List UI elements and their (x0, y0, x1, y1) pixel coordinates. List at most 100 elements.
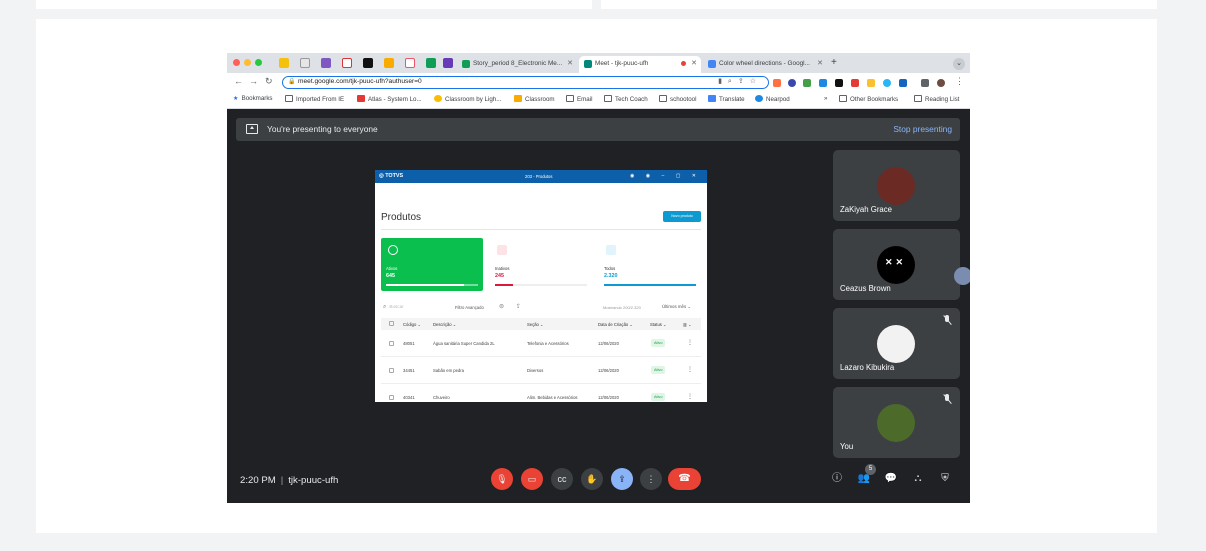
bookmark-item[interactable]: schootool (659, 95, 697, 103)
maximize-window-button[interactable] (255, 59, 262, 66)
lock-icon[interactable]: 🔒 (288, 78, 295, 85)
close-window-button[interactable] (233, 59, 240, 66)
bookmark-item[interactable]: Classroom (514, 95, 555, 103)
participant-tile-self[interactable]: You (833, 387, 960, 458)
meeting-code: tjk-puuc-ufh (288, 475, 339, 486)
new-tab-button[interactable]: + (831, 57, 837, 68)
back-icon[interactable]: ← (234, 76, 243, 86)
profile-avatar[interactable] (937, 79, 945, 87)
browser-menu-icon[interactable]: ⋮ (955, 76, 964, 87)
table-row: 40341 Chuveiro Alim. Bebidas e Acessório… (381, 384, 701, 402)
mic-off-icon (942, 394, 952, 404)
extension-icon[interactable] (835, 79, 843, 87)
participant-tile[interactable]: Lazaro Kibukira (833, 308, 960, 379)
reading-list-icon (914, 95, 922, 102)
bookmark-item[interactable]: Tech Coach (604, 95, 648, 103)
pinned-tab-icon[interactable] (300, 58, 310, 68)
extension-icon[interactable] (803, 79, 811, 87)
bookmark-item[interactable]: Other Bookmarks (839, 95, 898, 103)
leave-call-button[interactable]: ☎ (668, 468, 701, 490)
address-url[interactable]: meet.google.com/tjk-puuc-ufh?authuser=0 (298, 78, 422, 85)
row-menu-icon: ⋮ (687, 394, 693, 400)
search-icon: ⌕ (383, 304, 387, 310)
more-bookmarks-icon[interactable]: » (824, 95, 827, 102)
reload-icon[interactable]: ↻ (265, 76, 273, 87)
app-window-title: 203 - Produtos (525, 174, 553, 179)
extension-icon[interactable] (773, 79, 781, 87)
recording-dot-icon (681, 61, 686, 66)
extension-icon[interactable] (788, 79, 796, 87)
camera-off-button[interactable]: ▭ (521, 468, 543, 490)
tab-color-wheel[interactable]: Color wheel directions - Googl... ✕ (703, 56, 827, 73)
extension-icon[interactable] (819, 79, 827, 87)
present-screen-icon (246, 124, 258, 134)
bookmark-item[interactable]: Reading List (914, 95, 959, 103)
forward-icon[interactable]: → (249, 76, 258, 86)
nearpod-icon (755, 95, 763, 102)
table-header: Código ⌄ Descrição ⌄ Seção ⌄ Data de Cri… (381, 318, 701, 330)
columns-config-icon: ▥ ⌄ (683, 322, 692, 327)
avatar (877, 167, 915, 205)
meeting-details-icon[interactable]: ⓘ (829, 471, 845, 487)
participant-tile[interactable]: ZaKiyah Grace (833, 150, 960, 221)
bookmark-item[interactable]: Email (566, 95, 592, 103)
extension-icon[interactable] (851, 79, 859, 87)
filter-action-icons: ⊜ ⇪ (499, 304, 526, 310)
captions-button[interactable]: cc (551, 468, 573, 490)
folder-icon (659, 95, 667, 102)
minimize-window-button[interactable] (244, 59, 251, 66)
pinned-tab-icon[interactable] (443, 58, 453, 68)
side-panel-handle[interactable] (954, 267, 970, 285)
totvs-logo: ◎ TOTVS (379, 173, 404, 179)
extensions-puzzle-icon[interactable] (921, 79, 929, 87)
pinned-tab-icon[interactable] (342, 58, 352, 68)
select-all-checkbox (389, 321, 394, 326)
pinned-tab-icon[interactable] (426, 58, 436, 68)
tab-search-button[interactable]: ⌄ (953, 58, 965, 70)
row-checkbox (389, 368, 394, 373)
meet-icon (584, 60, 592, 68)
meeting-time: 2:20 PM (240, 475, 276, 486)
address-bar[interactable]: 🔒 meet.google.com/tjk-puuc-ufh?authuser=… (282, 76, 769, 89)
extension-icon[interactable] (867, 79, 875, 87)
bookmark-item[interactable]: ★ Bookmarks (233, 95, 273, 102)
host-controls-icon[interactable]: ⛨ (937, 471, 953, 487)
close-tab-icon[interactable]: ✕ (567, 59, 573, 67)
pinned-tab-icon[interactable] (321, 58, 331, 68)
row-menu-icon: ⋮ (687, 367, 693, 373)
extension-icon[interactable] (883, 79, 891, 87)
bookmark-item[interactable]: Imported From IE (285, 95, 344, 103)
more-options-button[interactable]: ⋮ (640, 468, 662, 490)
extension-icon[interactable] (899, 79, 907, 87)
background-card-top-left (36, 0, 592, 9)
stop-presenting-button[interactable]: Stop presenting (893, 124, 952, 134)
window-controls: ◉ ◉ – ▢ ✕ (630, 173, 701, 179)
folder-icon (839, 95, 847, 102)
tab-story-period[interactable]: Story_period 8_Electronic Me... ✕ (457, 56, 577, 73)
tab-meet[interactable]: Meet - tjk-puuc-ufh ✕ (579, 56, 701, 73)
chat-icon[interactable]: 💬 (883, 471, 899, 487)
microphone-off-button[interactable]: 🎙 (491, 468, 513, 490)
bookmark-item[interactable]: Nearpod (755, 95, 790, 103)
folder-icon (285, 95, 293, 102)
close-tab-icon[interactable]: ✕ (691, 59, 697, 67)
pinned-tab-icon[interactable] (405, 58, 415, 68)
progress-fill (386, 284, 465, 286)
activities-icon[interactable]: ⛬ (910, 471, 926, 487)
present-now-button[interactable]: ⇪ (611, 468, 633, 490)
bookmark-item[interactable]: Translate (708, 95, 745, 103)
classroom-light-icon (434, 95, 442, 102)
pinned-tab-icon[interactable] (384, 58, 394, 68)
participant-tile[interactable]: ✕✕ Ceazus Brown (833, 229, 960, 300)
raise-hand-button[interactable]: ✋ (581, 468, 603, 490)
pinned-tab-icon[interactable] (279, 58, 289, 68)
address-bar-actions[interactable]: ▮⌕⇪☆ (718, 77, 762, 86)
status-badge: Ativo (651, 366, 666, 374)
pinned-tab-icon[interactable] (363, 58, 373, 68)
new-product-button: Novo produto (663, 211, 701, 222)
table-row: 34451 Sabão em pedra Diversos 12/06/2020… (381, 357, 701, 384)
close-tab-icon[interactable]: ✕ (817, 59, 823, 67)
bookmark-item[interactable]: Classroom by Ligh... (434, 95, 501, 103)
bookmark-item[interactable]: Atlas - System Lo... (357, 95, 422, 103)
avatar: ✕✕ (877, 246, 915, 284)
